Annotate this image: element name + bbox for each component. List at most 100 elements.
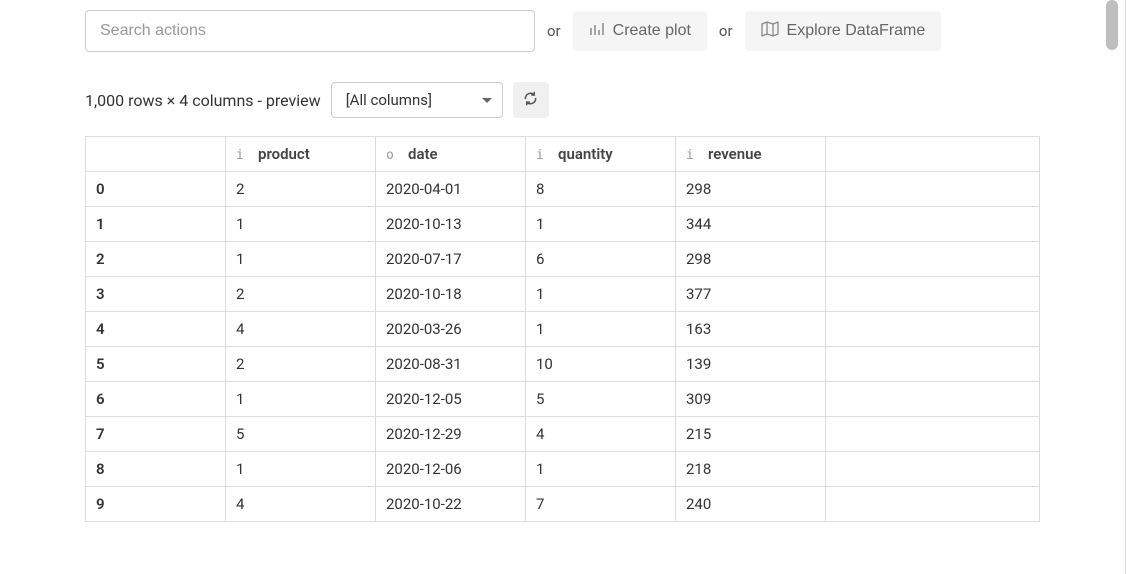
data-cell: 2 bbox=[226, 172, 376, 207]
main-container: or Create plot or Explore Da bbox=[0, 0, 1126, 574]
data-cell: 1 bbox=[226, 242, 376, 277]
data-cell: 5 bbox=[226, 417, 376, 452]
empty-cell bbox=[826, 277, 1040, 312]
data-cell: 1 bbox=[226, 382, 376, 417]
data-cell: 2020-12-05 bbox=[376, 382, 526, 417]
index-cell: 6 bbox=[86, 382, 226, 417]
index-cell: 5 bbox=[86, 347, 226, 382]
column-name: revenue bbox=[708, 145, 762, 163]
toolbar: or Create plot or Explore Da bbox=[85, 10, 1040, 52]
data-cell: 2 bbox=[226, 277, 376, 312]
data-cell: 2020-07-17 bbox=[376, 242, 526, 277]
explore-dataframe-label: Explore DataFrame bbox=[787, 22, 926, 40]
column-header-quantity[interactable]: i quantity bbox=[526, 137, 676, 172]
index-cell: 4 bbox=[86, 312, 226, 347]
or-text-2: or bbox=[719, 22, 733, 40]
create-plot-label: Create plot bbox=[613, 22, 691, 40]
data-cell: 1 bbox=[226, 207, 376, 242]
data-cell: 1 bbox=[526, 452, 676, 487]
type-badge: i bbox=[536, 148, 548, 163]
table-row[interactable]: 942020-10-227240 bbox=[86, 487, 1040, 522]
empty-cell bbox=[826, 312, 1040, 347]
chevron-down-icon bbox=[482, 98, 492, 103]
table-row[interactable]: 612020-12-055309 bbox=[86, 382, 1040, 417]
table-row[interactable]: 112020-10-131344 bbox=[86, 207, 1040, 242]
refresh-button[interactable] bbox=[513, 82, 549, 118]
table-row[interactable]: 812020-12-061218 bbox=[86, 452, 1040, 487]
index-cell: 2 bbox=[86, 242, 226, 277]
index-cell: 9 bbox=[86, 487, 226, 522]
search-input[interactable] bbox=[85, 10, 535, 52]
table-row[interactable]: 522020-08-3110139 bbox=[86, 347, 1040, 382]
data-cell: 163 bbox=[676, 312, 826, 347]
table-row[interactable]: 442020-03-261163 bbox=[86, 312, 1040, 347]
data-cell: 2020-10-13 bbox=[376, 207, 526, 242]
explore-dataframe-button[interactable]: Explore DataFrame bbox=[745, 11, 942, 51]
data-cell: 2020-03-26 bbox=[376, 312, 526, 347]
data-cell: 5 bbox=[526, 382, 676, 417]
data-cell: 2020-04-01 bbox=[376, 172, 526, 207]
chart-icon bbox=[589, 21, 605, 42]
data-cell: 1 bbox=[526, 277, 676, 312]
data-cell: 2020-10-18 bbox=[376, 277, 526, 312]
data-cell: 1 bbox=[226, 452, 376, 487]
data-cell: 139 bbox=[676, 347, 826, 382]
empty-cell bbox=[826, 487, 1040, 522]
meta-row: 1,000 rows × 4 columns - preview [All co… bbox=[85, 82, 1040, 118]
index-column-header[interactable] bbox=[86, 137, 226, 172]
column-header-revenue[interactable]: i revenue bbox=[676, 137, 826, 172]
table-row[interactable]: 022020-04-018298 bbox=[86, 172, 1040, 207]
columns-select[interactable]: [All columns] bbox=[331, 82, 503, 118]
data-cell: 6 bbox=[526, 242, 676, 277]
column-header-product[interactable]: i product bbox=[226, 137, 376, 172]
type-badge: i bbox=[236, 148, 248, 163]
data-cell: 1 bbox=[526, 312, 676, 347]
table-row[interactable]: 212020-07-176298 bbox=[86, 242, 1040, 277]
table-body: 022020-04-018298112020-10-131344212020-0… bbox=[86, 172, 1040, 522]
empty-cell bbox=[826, 452, 1040, 487]
table-row[interactable]: 752020-12-294215 bbox=[86, 417, 1040, 452]
data-cell: 10 bbox=[526, 347, 676, 382]
column-name: product bbox=[258, 145, 310, 163]
empty-cell bbox=[826, 417, 1040, 452]
column-name: date bbox=[408, 145, 438, 163]
data-cell: 4 bbox=[226, 312, 376, 347]
data-cell: 2020-12-29 bbox=[376, 417, 526, 452]
empty-cell bbox=[826, 347, 1040, 382]
data-cell: 309 bbox=[676, 382, 826, 417]
data-cell: 2020-10-22 bbox=[376, 487, 526, 522]
empty-cell bbox=[826, 242, 1040, 277]
data-cell: 215 bbox=[676, 417, 826, 452]
index-cell: 3 bbox=[86, 277, 226, 312]
refresh-icon bbox=[523, 91, 538, 109]
data-cell: 4 bbox=[526, 417, 676, 452]
column-name: quantity bbox=[558, 145, 613, 163]
scrollbar-thumb[interactable] bbox=[1106, 0, 1118, 50]
data-table: iproductodateiquantityirevenue 022020-04… bbox=[85, 136, 1040, 522]
data-cell: 218 bbox=[676, 452, 826, 487]
data-cell: 240 bbox=[676, 487, 826, 522]
empty-cell bbox=[826, 172, 1040, 207]
table-header-row: iproductodateiquantityirevenue bbox=[86, 137, 1040, 172]
row-column-info: 1,000 rows × 4 columns - preview bbox=[85, 91, 321, 110]
empty-cell bbox=[826, 382, 1040, 417]
type-badge: i bbox=[686, 148, 698, 163]
column-header-date[interactable]: odate bbox=[376, 137, 526, 172]
data-cell: 2020-08-31 bbox=[376, 347, 526, 382]
data-cell: 8 bbox=[526, 172, 676, 207]
type-badge: o bbox=[386, 148, 398, 163]
data-cell: 298 bbox=[676, 242, 826, 277]
index-cell: 7 bbox=[86, 417, 226, 452]
data-cell: 4 bbox=[226, 487, 376, 522]
map-icon bbox=[761, 21, 779, 42]
data-cell: 344 bbox=[676, 207, 826, 242]
data-cell: 377 bbox=[676, 277, 826, 312]
create-plot-button[interactable]: Create plot bbox=[573, 11, 707, 51]
data-cell: 2020-12-06 bbox=[376, 452, 526, 487]
or-text-1: or bbox=[547, 22, 561, 40]
data-cell: 2 bbox=[226, 347, 376, 382]
data-cell: 7 bbox=[526, 487, 676, 522]
index-cell: 0 bbox=[86, 172, 226, 207]
table-row[interactable]: 322020-10-181377 bbox=[86, 277, 1040, 312]
data-cell: 1 bbox=[526, 207, 676, 242]
